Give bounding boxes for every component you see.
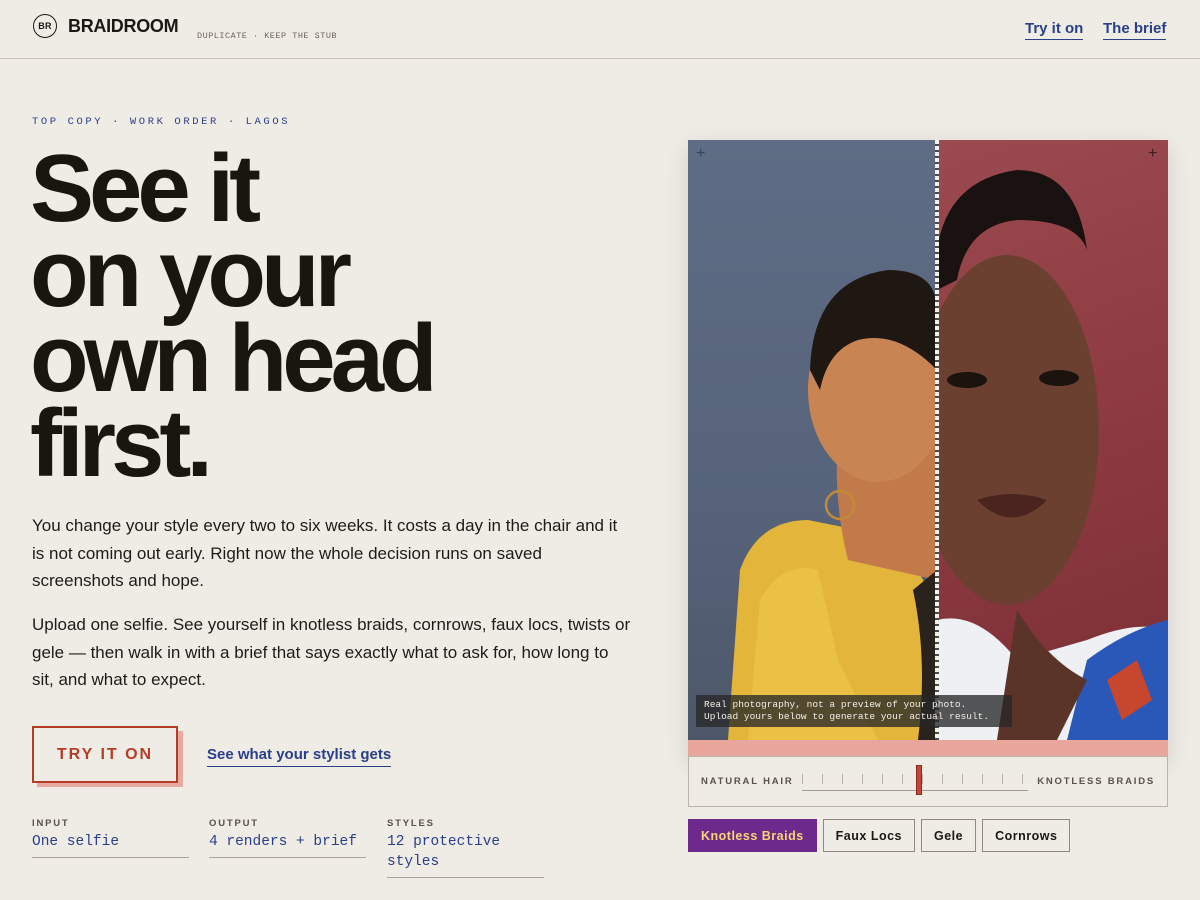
photo-knotless-braids (915, 140, 1168, 740)
compare-divider-handle[interactable] (935, 140, 939, 740)
crosshair-icon: + (1148, 145, 1158, 162)
headline-line: See it (30, 135, 261, 242)
slider-tick (962, 774, 963, 784)
stat-value: One selfie (32, 832, 189, 858)
headline-line: own head (30, 305, 438, 412)
stat-label: OUTPUT (209, 818, 259, 829)
headline-line: first. (30, 390, 213, 497)
crosshair-icon: + (696, 145, 706, 162)
stat-input: INPUT One selfie (32, 818, 189, 858)
slider-track[interactable] (802, 765, 1028, 795)
slider-tick (1022, 774, 1023, 784)
slider-tick (922, 774, 923, 784)
stat-styles: STYLES 12 protective styles (387, 818, 544, 878)
portrait-left-illustration (728, 270, 948, 740)
slider-tick (982, 774, 983, 784)
brand-tagline: DUPLICATE · KEEP THE STUB (197, 31, 338, 41)
headline-line: on your (30, 220, 352, 327)
stat-value: 4 renders + brief (209, 832, 366, 858)
slider-tick (842, 774, 843, 784)
style-chip-faux-locs[interactable]: Faux Locs (822, 819, 915, 852)
see-stylist-link[interactable]: See what your stylist gets (207, 746, 392, 767)
site-header: BR BRAIDROOM DUPLICATE · KEEP THE STUB T… (0, 0, 1200, 59)
style-chip-group: Knotless Braids Faux Locs Gele Cornrows (688, 819, 1071, 852)
slider-label-left: NATURAL HAIR (701, 776, 794, 787)
hero-headline: See it on your own head first. (30, 135, 630, 497)
before-after-photo[interactable]: + + Real photography, not a preview of y… (688, 140, 1168, 740)
photo-caption: Real photography, not a preview of your … (696, 695, 1012, 727)
preview-frame: + + Real photography, not a preview of y… (688, 140, 1168, 756)
brand-name[interactable]: BRAIDROOM (68, 16, 179, 37)
style-chip-knotless-braids[interactable]: Knotless Braids (688, 819, 817, 852)
portrait-right-illustration (915, 170, 1168, 740)
style-chip-gele[interactable]: Gele (921, 819, 977, 852)
slider-tick (822, 774, 823, 784)
stat-label: STYLES (387, 818, 435, 829)
stat-label: INPUT (32, 818, 70, 829)
eyebrow: TOP COPY · WORK ORDER · LAGOS (32, 116, 291, 128)
slider-label-right: KNOTLESS BRAIDS (1037, 776, 1155, 787)
style-chip-cornrows[interactable]: Cornrows (982, 819, 1071, 852)
slider-tick (1002, 774, 1003, 784)
slider-tick (902, 774, 903, 784)
caption-line: Real photography, not a preview of your … (704, 699, 967, 710)
caption-line: Upload yours below to generate your actu… (704, 711, 990, 722)
slider-tick (802, 774, 803, 784)
nav-try-it-on[interactable]: Try it on (1025, 20, 1084, 40)
try-it-on-button[interactable]: TRY IT ON (32, 726, 178, 783)
photo-natural-hair (688, 140, 948, 740)
logo-mark[interactable]: BR (33, 14, 57, 38)
slider-tick (862, 774, 863, 784)
how-it-works-paragraph: Upload one selfie. See yourself in knotl… (32, 615, 631, 689)
slider-tick (942, 774, 943, 784)
stat-output: OUTPUT 4 renders + brief (209, 818, 366, 858)
stat-value: 12 protective styles (387, 832, 544, 878)
slider-tick (882, 774, 883, 784)
intro-paragraph: You change your style every two to six w… (32, 516, 618, 590)
slider-thumb[interactable] (916, 765, 922, 795)
nav-the-brief[interactable]: The brief (1103, 20, 1167, 40)
compare-slider: NATURAL HAIR KNOTLESS BRAIDS (688, 756, 1168, 807)
